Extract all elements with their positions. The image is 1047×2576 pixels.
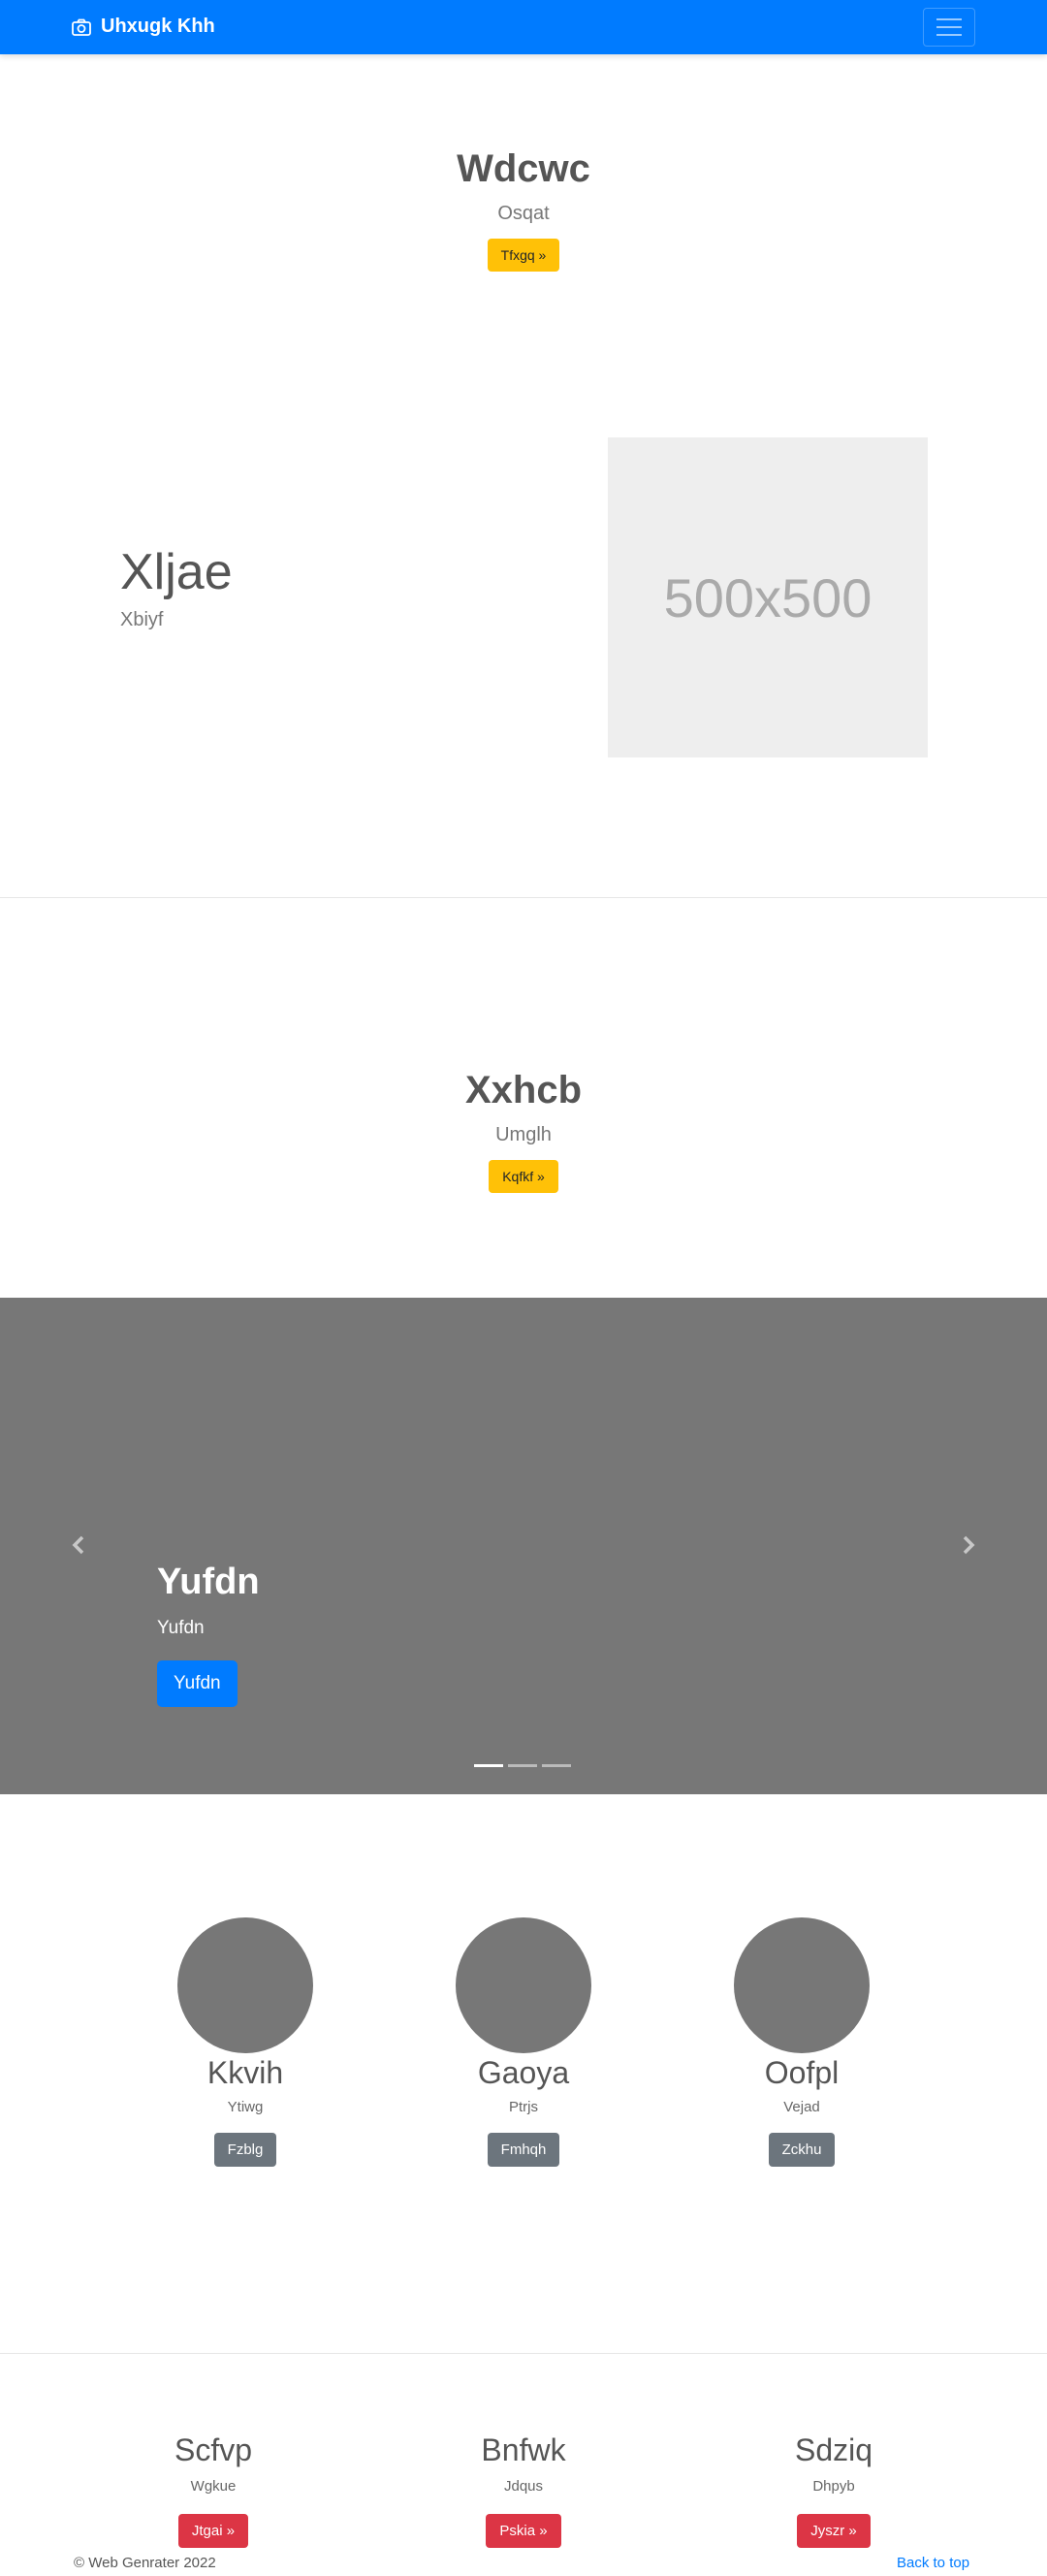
navbar-toggler-button[interactable] bbox=[923, 8, 975, 47]
hero-1-button[interactable]: Tfxgq » bbox=[487, 239, 560, 272]
feature-card: Bnfwk Jdqus Pskia » bbox=[378, 2432, 669, 2548]
footer-copyright: © Web Genrater 2022 bbox=[74, 2555, 216, 2571]
camera-icon bbox=[72, 18, 91, 36]
team-subtitle: Ptrjs bbox=[509, 2099, 538, 2115]
feature-subtitle: Xbiyf bbox=[120, 609, 164, 630]
team-card: Oofpl Vejad Zckhu bbox=[656, 1917, 947, 2167]
carousel-indicator[interactable] bbox=[474, 1764, 503, 1767]
navbar: Uhxugk Khh bbox=[0, 0, 1047, 54]
team-button[interactable]: Fzblg bbox=[213, 2133, 277, 2167]
divider bbox=[0, 897, 1047, 898]
hero-2-button[interactable]: Kqfkf » bbox=[489, 1160, 558, 1193]
brand-name: Uhxugk Khh bbox=[101, 16, 215, 37]
hero-1-title: Wdcwc bbox=[457, 147, 590, 190]
brand-link[interactable]: Uhxugk Khh bbox=[72, 16, 215, 38]
hero-2: Xxhcb Umglh Kqfkf » bbox=[0, 1069, 1047, 1193]
feature-card-button[interactable]: Pskia » bbox=[486, 2514, 561, 2548]
hamburger-icon bbox=[936, 18, 962, 20]
feature-card-title: Scfvp bbox=[174, 2432, 253, 2467]
hero-1-subtitle: Osqat bbox=[497, 203, 550, 224]
feature-card-subtitle: Wgkue bbox=[190, 2478, 237, 2495]
divider bbox=[0, 2353, 1047, 2354]
back-to-top-link[interactable]: Back to top bbox=[897, 2555, 969, 2571]
avatar bbox=[734, 1917, 870, 2053]
feature-title: Xljae bbox=[120, 544, 233, 600]
hero-2-title: Xxhcb bbox=[464, 1069, 583, 1111]
feature-card-title: Sdziq bbox=[794, 2432, 873, 2467]
carousel-subtitle: Yufdn bbox=[157, 1618, 205, 1638]
feature-card-subtitle: Dhpyb bbox=[812, 2478, 855, 2495]
team-card: Kkvih Ytiwg Fzblg bbox=[100, 1917, 391, 2167]
team-title: Oofpl bbox=[764, 2055, 840, 2090]
carousel-indicator[interactable] bbox=[542, 1764, 571, 1767]
hero-2-subtitle: Umglh bbox=[495, 1124, 552, 1145]
chevron-left-icon[interactable] bbox=[64, 1530, 93, 1560]
carousel-button[interactable]: Yufdn bbox=[157, 1660, 238, 1707]
team-title: Gaoya bbox=[477, 2055, 570, 2090]
feature-card-button[interactable]: Jtgai » bbox=[177, 2514, 249, 2548]
carousel-indicator[interactable] bbox=[508, 1764, 537, 1767]
team-card: Gaoya Ptrjs Fmhqh bbox=[378, 1917, 669, 2167]
avatar bbox=[456, 1917, 591, 2053]
feature-card: Scfvp Wgkue Jtgai » bbox=[68, 2432, 359, 2548]
avatar bbox=[177, 1917, 313, 2053]
carousel: Yufdn Yufdn Yufdn bbox=[0, 1298, 1047, 1794]
team-subtitle: Vejad bbox=[783, 2099, 820, 2115]
feature-card-title: Bnfwk bbox=[481, 2432, 566, 2467]
chevron-right-icon[interactable] bbox=[954, 1530, 983, 1560]
team-button[interactable]: Zckhu bbox=[768, 2133, 836, 2167]
feature-card: Sdziq Dhpyb Jyszr » bbox=[688, 2432, 979, 2548]
feature-card-subtitle: Jdqus bbox=[503, 2478, 544, 2495]
carousel-indicators bbox=[474, 1764, 571, 1767]
team-title: Kkvih bbox=[206, 2055, 284, 2090]
team-subtitle: Ytiwg bbox=[227, 2099, 264, 2115]
feature-card-button[interactable]: Jyszr » bbox=[797, 2514, 871, 2548]
carousel-title: Yufdn bbox=[157, 1562, 260, 1602]
hero-1: Wdcwc Osqat Tfxgq » bbox=[0, 147, 1047, 272]
placeholder-image: 500x500 bbox=[608, 437, 928, 757]
team-button[interactable]: Fmhqh bbox=[487, 2133, 560, 2167]
